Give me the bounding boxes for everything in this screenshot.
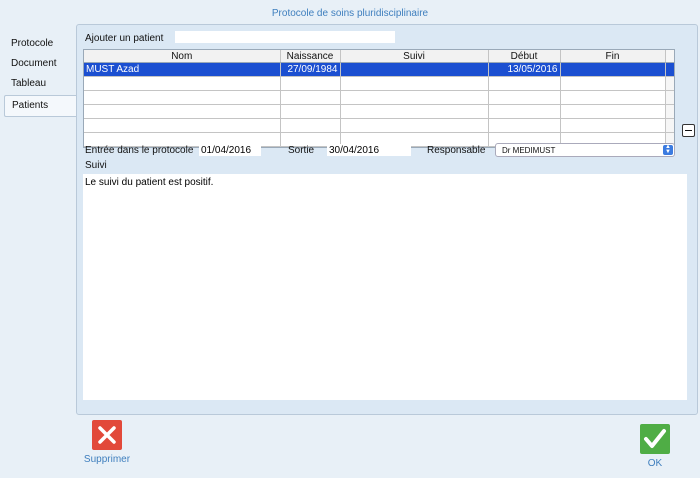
responsible-label: Responsable [427,145,486,156]
cell-fin [560,90,666,105]
cell-debut [488,104,561,119]
column-header-suivi[interactable]: Suivi [340,50,489,63]
cell-nom [84,76,281,91]
ok-button[interactable]: OK [637,424,673,469]
checkmark-icon [640,424,670,454]
ok-button-label: OK [647,458,663,469]
cell-debut [488,76,561,91]
responsible-select-value: Dr MEDIMUST [502,146,556,155]
column-header-fin[interactable]: Fin [560,50,666,63]
exit-date-field[interactable] [327,144,411,156]
table-row[interactable]: MUST Azad 27/09/1984 13/05/2016 [84,62,674,77]
cell-nom: MUST Azad [84,62,281,77]
cell-suivi [340,62,489,77]
cell-fin [560,76,666,91]
delete-button[interactable]: Supprimer [82,420,132,465]
exit-date-label: Sortie [288,145,315,156]
entry-date-label: Entrée dans le protocole [85,145,194,156]
scrollbar[interactable] [665,104,674,119]
table-row[interactable] [84,90,674,105]
chevron-up-down-icon: ▲ ▼ [663,144,673,155]
cell-naissance [280,118,341,133]
cell-suivi [340,104,489,119]
patients-panel: Ajouter un patient Nom Naissance Suivi D… [76,24,698,415]
table-row[interactable] [84,76,674,91]
cell-debut [488,118,561,133]
cell-nom [84,118,281,133]
add-patient-label: Ajouter un patient [85,33,164,44]
scrollbar-corner [665,50,674,63]
cell-suivi [340,76,489,91]
sidebar-item-patients[interactable]: Patients [4,95,78,117]
cell-nom [84,90,281,105]
entry-date-field[interactable] [199,144,261,156]
notes-label: Suivi [85,160,107,171]
add-patient-input[interactable] [175,31,395,43]
sidebar-item-tableau[interactable]: Tableau [4,74,78,94]
delete-button-label: Supprimer [83,454,131,465]
column-header-nom[interactable]: Nom [84,50,281,63]
cell-suivi [340,118,489,133]
cell-naissance: 27/09/1984 [280,62,341,77]
cell-fin [560,104,666,119]
cell-suivi [340,90,489,105]
scrollbar[interactable] [665,90,674,105]
responsible-select[interactable]: Dr MEDIMUST ▲ ▼ [495,143,675,157]
table-row[interactable] [84,118,674,133]
window-title: Protocole de soins pluridisciplinaire [271,8,429,19]
patients-table: Nom Naissance Suivi Début Fin MUST Azad … [83,49,675,148]
column-header-debut[interactable]: Début [488,50,561,63]
scrollbar[interactable] [665,62,674,77]
sidebar-item-protocole[interactable]: Protocole [4,34,78,54]
column-header-naissance[interactable]: Naissance [280,50,341,63]
sidebar: Protocole Document Tableau Patients [4,34,78,117]
notes-textarea[interactable]: Le suivi du patient est positif. [83,174,687,400]
cell-naissance [280,104,341,119]
delete-icon [92,420,122,450]
remove-row-button[interactable] [682,124,695,137]
sidebar-item-document[interactable]: Document [4,54,78,74]
cell-debut [488,90,561,105]
table-row[interactable] [84,104,674,119]
scrollbar[interactable] [665,76,674,91]
scrollbar[interactable] [665,118,674,133]
cell-naissance [280,76,341,91]
cell-fin [560,62,666,77]
cell-nom [84,104,281,119]
cell-debut: 13/05/2016 [488,62,561,77]
cell-fin [560,118,666,133]
cell-naissance [280,90,341,105]
